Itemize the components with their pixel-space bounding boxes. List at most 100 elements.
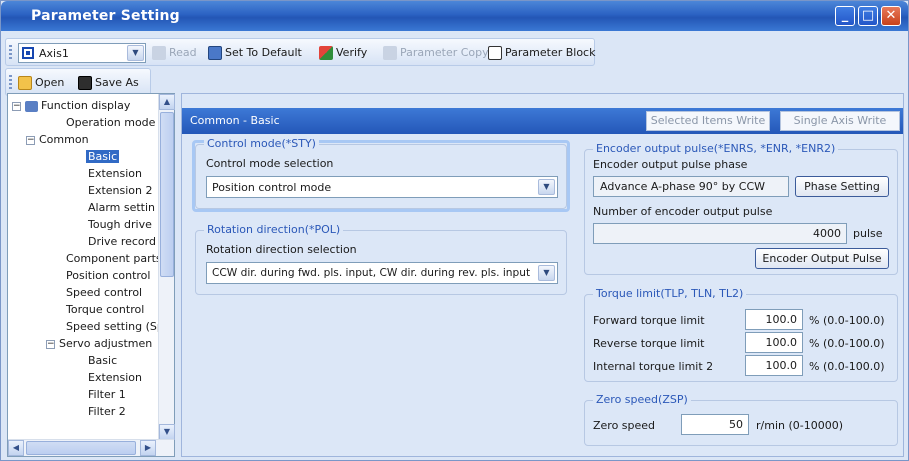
parameter-tree[interactable]: − Function display Operation mode − Common… [7,93,175,457]
encoder-pulse-count-field[interactable]: 4000 [593,223,847,244]
scroll-right-icon[interactable]: ▶ [140,440,156,456]
close-button[interactable]: ✕ [881,6,901,26]
encoder-output-pulse-button[interactable]: Encoder Output Pulse [755,248,889,269]
tree-item-function-display[interactable]: − Function display [12,98,130,114]
tree-item-common-basic[interactable]: Basic [86,149,120,165]
section-header: Common - Basic Selected Items Write Sing… [182,108,903,134]
rotation-direction-select[interactable]: CCW dir. during fwd. pls. input, CW dir.… [206,262,558,284]
open-button[interactable]: Open [18,74,64,92]
internal-torque-unit: % (0.0-100.0) [809,360,885,373]
encoder-phase-field: Advance A-phase 90° by CCW [593,176,789,197]
control-mode-label: Control mode selection [206,157,334,170]
tree-item-common[interactable]: − Common [26,132,89,148]
scroll-down-icon[interactable]: ▼ [159,424,175,440]
parameter-setting-window: Parameter Setting _ □ ✕ Axis1 ▼ Read Set… [0,0,909,461]
control-mode-group: Control mode(*STY) Control mode selectio… [195,137,567,209]
tree-item-filter-1[interactable]: Filter 1 [88,387,126,403]
internal-torque-label: Internal torque limit 2 [593,360,714,373]
rotation-label: Rotation direction selection [206,243,357,256]
tree-item-alarm-setting[interactable]: Alarm settin [88,200,155,216]
scroll-up-icon[interactable]: ▲ [159,94,175,110]
chevron-down-icon[interactable]: ▼ [538,179,555,195]
scroll-thumb[interactable] [160,112,174,277]
zero-speed-group-title: Zero speed(ZSP) [593,393,691,406]
torque-group-title: Torque limit(TLP, TLN, TL2) [593,287,747,300]
title-bar[interactable]: Parameter Setting _ □ ✕ [1,1,908,31]
phase-setting-button[interactable]: Phase Setting [795,176,889,197]
tree-item-servo-adjustment[interactable]: − Servo adjustmen [46,336,152,352]
tree-item-servo-basic[interactable]: Basic [88,353,117,369]
collapse-icon[interactable]: − [12,101,21,111]
chevron-down-icon[interactable]: ▼ [127,45,144,61]
read-label: Read [169,46,197,59]
torque-limit-group: Torque limit(TLP, TLN, TL2) Forward torq… [584,287,898,382]
tree-item-speed-setting[interactable]: Speed setting (Sp [66,319,164,335]
tree-item-component-parts[interactable]: Component parts [66,251,162,267]
axis-select[interactable]: Axis1 ▼ [18,43,146,63]
toolbar-grip[interactable] [9,75,12,91]
parameter-block-button[interactable]: Parameter Block [488,44,595,62]
set-default-icon [208,46,222,60]
reverse-torque-field[interactable]: 100.0 [745,332,803,353]
zero-speed-label: Zero speed [593,419,656,432]
tree-vertical-scrollbar[interactable]: ▲ ▼ [158,94,175,440]
verify-button[interactable]: Verify [319,44,367,62]
tree-item-filter-2[interactable]: Filter 2 [88,404,126,420]
rotation-group-title: Rotation direction(*POL) [204,223,344,236]
axis-select-value: Axis1 [39,47,69,60]
copy-icon [383,46,397,60]
window-title: Parameter Setting [31,8,180,24]
control-mode-group-title: Control mode(*STY) [204,137,319,150]
collapse-icon[interactable]: − [26,135,35,145]
save-icon [78,76,92,90]
forward-torque-unit: % (0.0-100.0) [809,314,885,327]
encoder-output-group: Encoder output pulse(*ENRS, *ENR, *ENR2)… [584,142,898,275]
collapse-icon[interactable]: − [46,339,55,349]
parameter-copy-button[interactable]: Parameter Copy [383,44,489,62]
tree-item-torque-control[interactable]: Torque control [66,302,144,318]
tree-item-common-extension[interactable]: Extension [88,166,142,182]
parameter-copy-label: Parameter Copy [400,46,489,59]
axis-icon [22,47,34,59]
file-toolbar: Open Save As [5,68,151,96]
set-to-default-label: Set To Default [225,46,302,59]
single-axis-write-button[interactable]: Single Axis Write [780,111,900,131]
zero-speed-unit: r/min (0-10000) [756,419,844,432]
read-button[interactable]: Read [152,44,197,62]
encoder-phase-label: Encoder output pulse phase [593,158,748,171]
forward-torque-label: Forward torque limit [593,314,705,327]
toolbar-grip[interactable] [9,45,12,61]
scroll-thumb[interactable] [26,441,136,455]
tree-horizontal-scrollbar[interactable]: ◀ ▶ [8,439,174,456]
forward-torque-field[interactable]: 100.0 [745,309,803,330]
set-to-default-button[interactable]: Set To Default [208,44,302,62]
document-icon [488,46,502,60]
parameter-panel: Common - Basic Selected Items Write Sing… [181,93,904,457]
verify-label: Verify [336,46,368,59]
save-as-label: Save As [95,76,139,89]
read-icon [152,46,166,60]
tree-item-tough-drive[interactable]: Tough drive [88,217,152,233]
rotation-direction-group: Rotation direction(*POL) Rotation direct… [195,223,567,295]
selected-items-write-button[interactable]: Selected Items Write [646,111,770,131]
zero-speed-group: Zero speed(ZSP) Zero speed 50 r/min (0-1… [584,393,898,446]
chevron-down-icon[interactable]: ▼ [538,265,555,281]
zero-speed-field[interactable]: 50 [681,414,749,435]
minimize-button[interactable]: _ [835,6,855,26]
encoder-pulse-count-label: Number of encoder output pulse [593,205,773,218]
tree-item-speed-control[interactable]: Speed control [66,285,142,301]
tree-item-servo-extension[interactable]: Extension [88,370,142,386]
scroll-left-icon[interactable]: ◀ [8,440,24,456]
tree-item-drive-recorder[interactable]: Drive record [88,234,156,250]
tree-item-operation-mode[interactable]: Operation mode [66,115,155,131]
control-mode-value: Position control mode [212,181,332,194]
control-mode-select[interactable]: Position control mode ▼ [206,176,558,198]
maximize-button[interactable]: □ [858,6,878,26]
verify-icon [319,46,333,60]
tree-item-common-extension-2[interactable]: Extension 2 [88,183,153,199]
internal-torque-field[interactable]: 100.0 [745,355,803,376]
save-as-button[interactable]: Save As [78,74,139,92]
grid-icon [25,100,38,112]
open-label: Open [35,76,65,89]
tree-item-position-control[interactable]: Position control [66,268,150,284]
